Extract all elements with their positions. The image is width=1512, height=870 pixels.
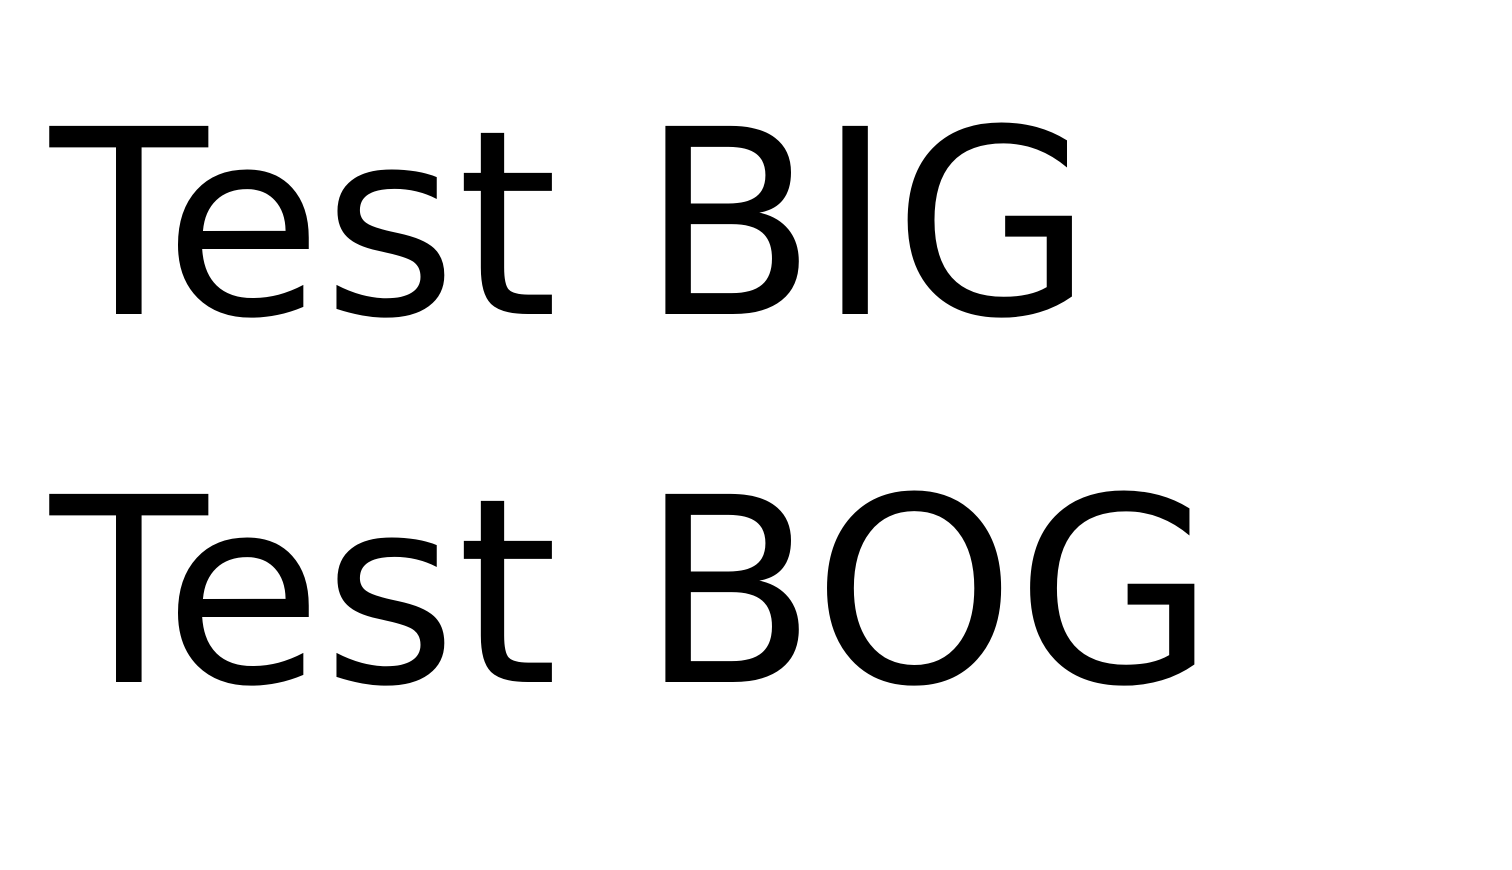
- text-line-1: Test BIG: [50, 75, 1094, 375]
- text-line-2: Test BOG: [50, 443, 1216, 743]
- document-page: Test BIG Test BOG: [0, 0, 1512, 870]
